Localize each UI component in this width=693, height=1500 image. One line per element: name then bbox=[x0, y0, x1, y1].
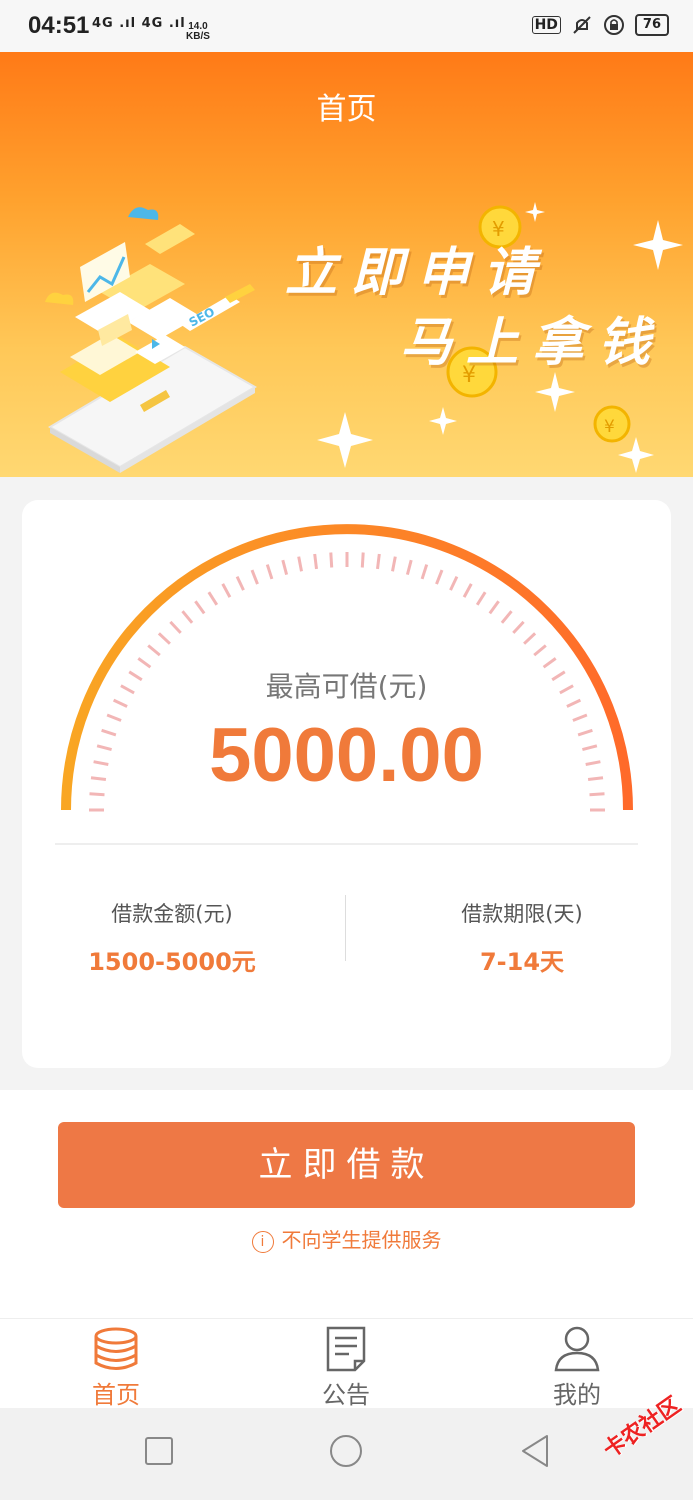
gauge-tick bbox=[500, 610, 513, 624]
signal-icon: 4G .ıl 4G .ıl bbox=[92, 16, 186, 31]
loan-term-value: 7-14天 bbox=[479, 948, 565, 976]
gauge-tick bbox=[523, 632, 537, 645]
gauge-tick bbox=[420, 564, 429, 580]
apply-loan-button[interactable]: 立即借款 bbox=[58, 1122, 635, 1208]
lock-rotation-icon bbox=[603, 15, 624, 35]
gauge-tick bbox=[376, 553, 381, 570]
student-notice: i 不向学生提供服务 bbox=[0, 1224, 693, 1253]
gauge-tick bbox=[435, 569, 444, 585]
gauge-tick bbox=[313, 553, 318, 570]
student-notice-text: 不向学生提供服务 bbox=[281, 1228, 442, 1252]
home-icon[interactable] bbox=[329, 1434, 363, 1468]
status-right-icons: HD 76 bbox=[531, 14, 669, 36]
gauge-tick bbox=[235, 575, 245, 591]
gauge-tick bbox=[449, 575, 459, 591]
stat-divider bbox=[345, 895, 346, 961]
gauge-tick bbox=[250, 569, 259, 585]
info-icon: i bbox=[251, 1231, 274, 1253]
gauge-tick bbox=[221, 583, 232, 598]
gauge-tick bbox=[157, 632, 171, 645]
slogan-line1: 立即申请 bbox=[285, 243, 550, 303]
back-icon[interactable] bbox=[520, 1434, 550, 1468]
status-time: 04:51 bbox=[28, 12, 90, 39]
tab-bar: 首页 公告 我的 bbox=[0, 1318, 693, 1409]
hero-banner: 首页 SEO ¥ ¥ ¥ 立即申请 马上拿钱 bbox=[0, 52, 693, 477]
gauge-tick bbox=[533, 644, 547, 657]
battery-icon: 76 bbox=[634, 14, 669, 36]
gauge-tick bbox=[391, 556, 397, 572]
gauge-tick bbox=[405, 559, 413, 575]
gauge-tick bbox=[329, 552, 334, 568]
loan-term-stat: 借款期限(天) 7-14天 bbox=[392, 898, 652, 977]
gauge-tick bbox=[297, 556, 303, 572]
gauge-tick bbox=[512, 620, 525, 634]
card-divider bbox=[55, 843, 638, 845]
loan-amount-label: 借款金额(元) bbox=[111, 902, 233, 926]
slogan-line2: 马上拿钱 bbox=[400, 313, 665, 373]
gauge-tick bbox=[207, 591, 219, 606]
credit-card-panel: 最高可借(元) 5000.00 借款金额(元) 1500-5000元 借款期限(… bbox=[22, 500, 671, 1068]
tab-home[interactable]: 首页 bbox=[36, 1319, 196, 1409]
loan-amount-value: 1500-5000元 bbox=[88, 948, 256, 976]
mute-icon bbox=[573, 16, 591, 34]
svg-text:¥: ¥ bbox=[604, 417, 615, 437]
gauge-tick bbox=[147, 644, 161, 657]
tab-announcements-label: 公告 bbox=[322, 1381, 370, 1409]
document-icon bbox=[326, 1326, 366, 1372]
gauge-tick bbox=[169, 620, 182, 634]
gauge-tick bbox=[462, 583, 473, 598]
gauge-tick bbox=[265, 564, 274, 580]
max-borrow-amount: 5000.00 bbox=[209, 713, 484, 798]
tab-mine-label: 我的 bbox=[553, 1381, 601, 1409]
gauge-tick bbox=[475, 591, 487, 606]
network-speed: 14.0 KB/S bbox=[186, 21, 210, 42]
gauge-tick bbox=[360, 552, 365, 568]
recent-apps-icon[interactable] bbox=[144, 1436, 174, 1466]
loan-amount-stat: 借款金额(元) 1500-5000元 bbox=[42, 898, 302, 977]
user-icon bbox=[554, 1326, 600, 1372]
apply-area: 立即借款 i 不向学生提供服务 bbox=[0, 1090, 693, 1320]
loan-term-label: 借款期限(天) bbox=[461, 902, 583, 926]
tab-home-label: 首页 bbox=[92, 1381, 140, 1409]
tab-announcements[interactable]: 公告 bbox=[266, 1319, 426, 1409]
gauge-tick bbox=[181, 610, 194, 624]
system-nav-bar bbox=[0, 1408, 693, 1500]
gauge-tick bbox=[194, 600, 206, 615]
gauge-tick bbox=[281, 559, 289, 575]
max-borrow-label: 最高可借(元) bbox=[265, 670, 428, 703]
coins-stack-icon bbox=[94, 1327, 138, 1370]
tab-mine[interactable]: 我的 bbox=[497, 1319, 657, 1409]
status-bar: 04:51 4G .ıl 4G .ıl 14.0 KB/S HD 76 bbox=[0, 0, 693, 52]
hd-icon: HD bbox=[531, 16, 561, 34]
gauge-tick bbox=[488, 600, 500, 615]
